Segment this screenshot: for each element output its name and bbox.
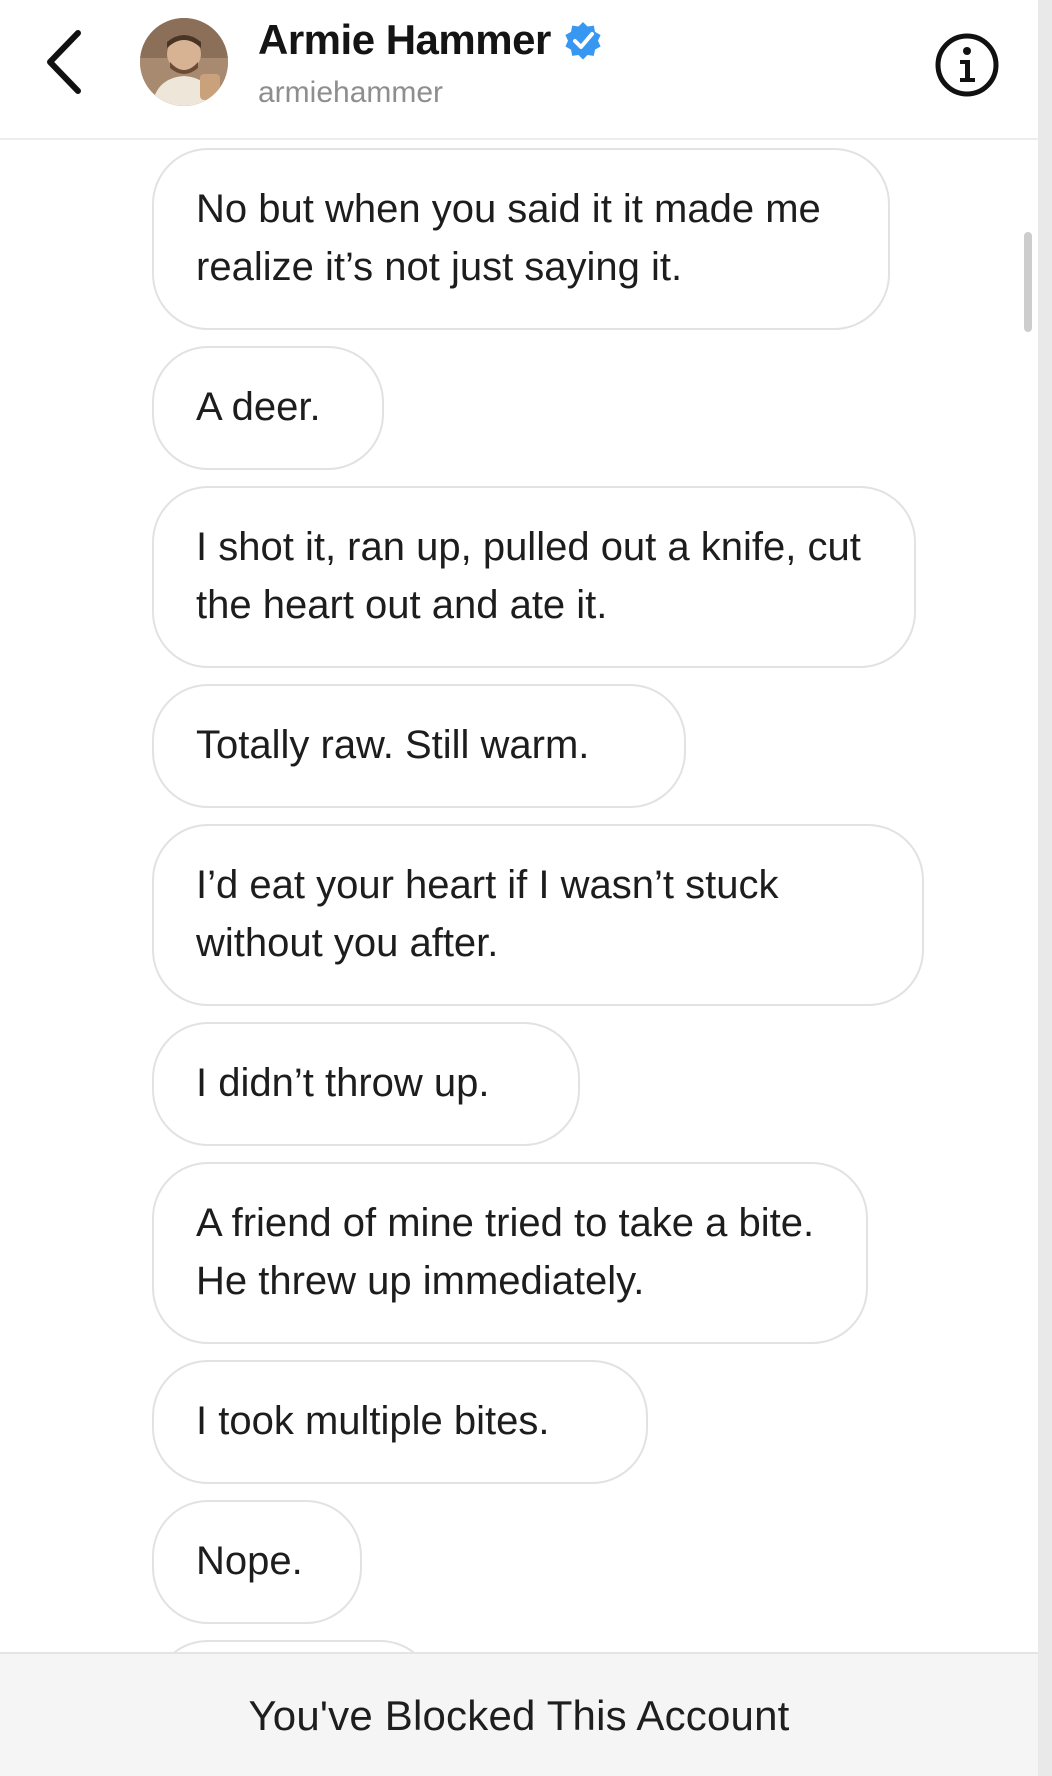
avatar[interactable]: [140, 18, 228, 106]
message-bubble[interactable]: Nope.: [152, 1500, 362, 1624]
message-bubble[interactable]: A deer.: [152, 346, 384, 470]
scrollbar[interactable]: [1024, 232, 1032, 332]
blocked-notice: You've Blocked This Account: [248, 1692, 790, 1739]
info-icon: [935, 33, 999, 97]
info-button[interactable]: [934, 32, 1000, 98]
message-bubble[interactable]: Totally raw. Still warm.: [152, 684, 686, 808]
message-bubble[interactable]: A friend of mine tried to take a bite. H…: [152, 1162, 868, 1344]
contact-handle: armiehammer: [258, 76, 444, 109]
profile-photo: [140, 18, 228, 106]
message-bubble[interactable]: I didn’t throw up.: [152, 1022, 580, 1146]
contact-name[interactable]: Armie Hammer: [258, 16, 551, 64]
verified-badge-icon: [565, 22, 601, 60]
name-row: Armie Hammer: [258, 16, 603, 64]
message-bubble[interactable]: I’d eat your heart if I wasn’t stuck wit…: [152, 824, 924, 1006]
message-list[interactable]: No but when you said it it made me reali…: [0, 142, 1038, 1652]
message-bubble-partial[interactable]: [152, 1640, 436, 1652]
message-bubble[interactable]: I took multiple bites.: [152, 1360, 648, 1484]
thread-header: Armie Hammer armiehammer: [0, 0, 1038, 140]
screen-edge: [1038, 0, 1052, 1776]
blocked-banner: You've Blocked This Account: [0, 1652, 1038, 1776]
dm-thread-screen: Armie Hammer armiehammer No but when you…: [0, 0, 1052, 1776]
message-bubble[interactable]: I shot it, ran up, pulled out a knife, c…: [152, 486, 916, 668]
back-button[interactable]: [32, 22, 96, 102]
message-bubble[interactable]: No but when you said it it made me reali…: [152, 148, 890, 330]
chevron-left-icon: [47, 30, 81, 94]
